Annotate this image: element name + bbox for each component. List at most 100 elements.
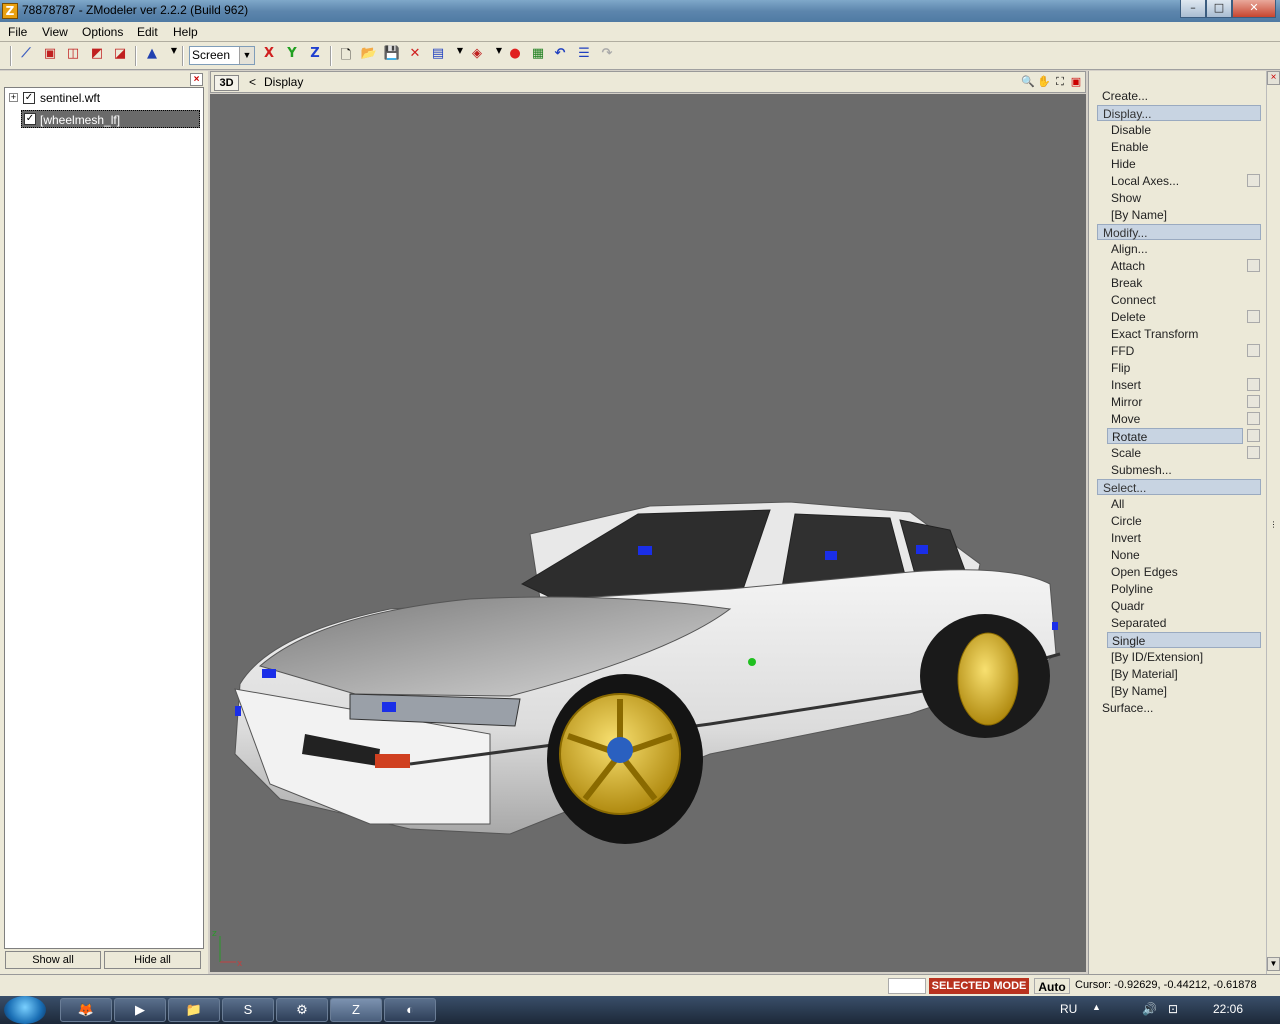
zmodeler-task-icon[interactable]: Z <box>330 998 382 1022</box>
insert-options-box[interactable] <box>1247 378 1260 391</box>
new-file-icon[interactable]: 🗋 <box>336 46 356 66</box>
coordinate-system-select[interactable]: Screen ▼ <box>189 46 255 65</box>
select-cube-icon[interactable]: ◫ <box>63 46 83 66</box>
tray-expand-icon[interactable]: ▲ <box>1092 1002 1101 1012</box>
maximize-button[interactable]: □ <box>1206 0 1232 18</box>
firefox-task-icon[interactable]: 🦊 <box>60 998 112 1022</box>
minimize-button[interactable]: – <box>1180 0 1206 18</box>
visibility-checkbox[interactable]: ✓ <box>23 92 35 104</box>
menu-options[interactable]: Options <box>82 25 123 39</box>
select-vertex-icon[interactable]: ⟋ <box>16 46 36 66</box>
modify-attach[interactable]: Attach <box>1107 258 1243 274</box>
select-box-icon[interactable]: ▣ <box>40 46 60 66</box>
modify-mirror[interactable]: Mirror <box>1107 394 1243 410</box>
move-options-box[interactable] <box>1247 412 1260 425</box>
redo-icon[interactable]: ↷ <box>597 46 617 66</box>
command-panel-scrollbar[interactable]: × ⋮ ▼ <box>1266 71 1280 974</box>
modify-exact-transform[interactable]: Exact Transform <box>1107 326 1243 342</box>
modify-submesh[interactable]: Submesh... <box>1107 462 1243 478</box>
chevron-down-icon[interactable]: ▼ <box>239 47 254 64</box>
material-editor-icon[interactable]: ▦ <box>528 46 548 66</box>
delete-options-box[interactable] <box>1247 310 1260 323</box>
modify-move[interactable]: Move <box>1107 411 1243 427</box>
skype-task-icon[interactable]: S <box>222 998 274 1022</box>
select-invert[interactable]: Invert <box>1107 530 1243 546</box>
axis-y-toggle[interactable]: Y <box>282 46 302 66</box>
pivot-icon[interactable]: ▲ <box>142 46 162 66</box>
language-indicator[interactable]: RU <box>1060 1002 1077 1016</box>
select-by-material[interactable]: [By Material] <box>1107 666 1243 682</box>
local-axes-options-box[interactable] <box>1247 174 1260 187</box>
select-by-name[interactable]: [By Name] <box>1107 683 1243 699</box>
save-icon[interactable]: 💾 <box>382 46 402 66</box>
select-section[interactable]: Select... <box>1097 479 1261 495</box>
modify-align[interactable]: Align... <box>1107 241 1243 257</box>
modify-scale[interactable]: Scale <box>1107 445 1243 461</box>
menu-help[interactable]: Help <box>173 25 198 39</box>
axis-z-toggle[interactable]: Z <box>305 46 325 66</box>
select-by-id-extension[interactable]: [By ID/Extension] <box>1107 649 1243 665</box>
delete-icon[interactable]: ✕ <box>405 46 425 66</box>
attach-options-box[interactable] <box>1247 259 1260 272</box>
axis-x-toggle[interactable]: X <box>259 46 279 66</box>
display-section[interactable]: Display... <box>1097 105 1261 121</box>
modify-delete[interactable]: Delete <box>1107 309 1243 325</box>
ffd-options-box[interactable] <box>1247 344 1260 357</box>
modify-rotate[interactable]: Rotate <box>1107 428 1243 444</box>
volume-icon[interactable]: 🔊 <box>1142 1002 1157 1016</box>
modify-connect[interactable]: Connect <box>1107 292 1243 308</box>
surface-section[interactable]: Surface... <box>1097 700 1261 716</box>
display-by-name[interactable]: [By Name] <box>1107 207 1243 223</box>
viewport-menu-arrow[interactable]: < <box>249 75 256 89</box>
menu-view[interactable]: View <box>42 25 68 39</box>
scroll-grip-icon[interactable]: ⋮ <box>1267 519 1280 533</box>
start-button[interactable] <box>4 996 46 1024</box>
modify-flip[interactable]: Flip <box>1107 360 1243 376</box>
pan-hand-icon[interactable]: ✋ <box>1037 75 1051 89</box>
tree-item-wheelmesh-lf[interactable]: ✓ [wheelmesh_lf] <box>21 110 200 128</box>
scroll-down-icon[interactable]: ▼ <box>1267 957 1280 971</box>
modify-break[interactable]: Break <box>1107 275 1243 291</box>
display-disable[interactable]: Disable <box>1107 122 1243 138</box>
zoom-icon[interactable]: 🔍 <box>1021 75 1035 89</box>
expand-plus-icon[interactable]: + <box>9 93 18 102</box>
select-separated[interactable]: Separated <box>1107 615 1243 631</box>
close-button[interactable]: ✕ <box>1232 0 1276 18</box>
menu-edit[interactable]: Edit <box>137 25 158 39</box>
display-show[interactable]: Show <box>1107 190 1243 206</box>
tree-item-sentinel[interactable]: + ✓ sentinel.wft <box>7 89 197 107</box>
show-all-button[interactable]: Show all <box>5 951 101 969</box>
game-task-icon[interactable]: ◐ <box>384 998 436 1022</box>
network-icon[interactable]: ⊡ <box>1168 1002 1178 1016</box>
viewport-maximize-icon[interactable]: ▣ <box>1069 75 1083 89</box>
view-mode-button[interactable]: 3D <box>214 75 239 91</box>
media-player-task-icon[interactable]: ▶ <box>114 998 166 1022</box>
display-hide[interactable]: Hide <box>1107 156 1243 172</box>
visibility-checkbox[interactable]: ✓ <box>24 113 36 125</box>
hide-all-button[interactable]: Hide all <box>104 951 201 969</box>
undo-icon[interactable]: ↶ <box>550 46 570 66</box>
3d-viewport[interactable]: x z <box>210 94 1086 972</box>
display-enable[interactable]: Enable <box>1107 139 1243 155</box>
system-clock[interactable]: 22:06 <box>1213 1002 1243 1016</box>
select-circle[interactable]: Circle <box>1107 513 1243 529</box>
open-folder-icon[interactable]: 📂 <box>359 46 379 66</box>
pivot-dropdown-icon[interactable]: ▼ <box>164 46 184 66</box>
modify-section[interactable]: Modify... <box>1097 224 1261 240</box>
export-icon[interactable]: ◈ <box>467 46 487 66</box>
hierarchy-tree[interactable]: + ✓ sentinel.wft ✓ [wheelmesh_lf] <box>4 87 204 949</box>
mirror-options-box[interactable] <box>1247 395 1260 408</box>
rotate-options-box[interactable] <box>1247 429 1260 442</box>
panel-close-icon[interactable]: × <box>190 73 203 86</box>
select-mesh-icon[interactable]: ◪ <box>110 46 130 66</box>
panel-close-icon[interactable]: × <box>1267 71 1280 85</box>
modify-ffd[interactable]: FFD <box>1107 343 1243 359</box>
menu-file[interactable]: File <box>8 25 27 39</box>
select-single[interactable]: Single <box>1107 632 1261 648</box>
select-open-edges[interactable]: Open Edges <box>1107 564 1243 580</box>
properties-icon[interactable]: ☰ <box>574 46 594 66</box>
select-all[interactable]: All <box>1107 496 1243 512</box>
scale-options-box[interactable] <box>1247 446 1260 459</box>
render-icon[interactable]: ● <box>505 46 525 66</box>
select-object-icon[interactable]: ◩ <box>87 46 107 66</box>
